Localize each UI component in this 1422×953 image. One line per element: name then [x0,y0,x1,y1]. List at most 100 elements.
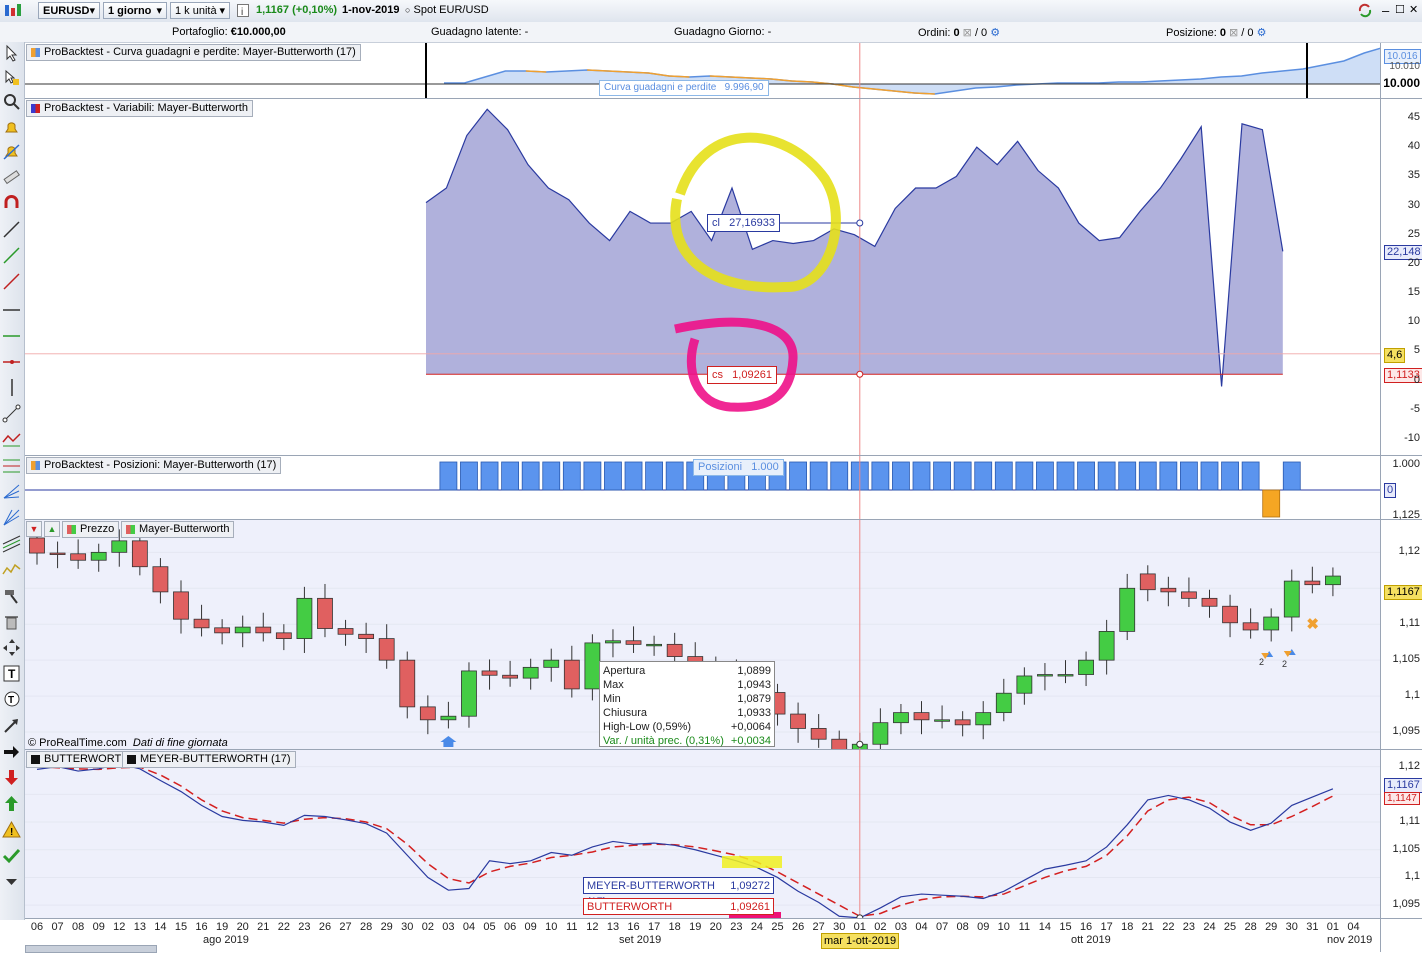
hammer-icon[interactable] [2,586,21,605]
date-tick-label: 23 [730,921,743,933]
trash-icon[interactable] [2,612,21,631]
channel-icon[interactable] [2,430,21,449]
horizontal-scrollbar[interactable] [25,945,157,953]
orders-info: Ordini: 0 ⊠ / 0 ⚙ [918,27,1001,39]
checkmark-icon[interactable] [2,846,21,865]
arrow-diagonal-icon[interactable] [2,716,21,735]
candle-body [1263,616,1280,631]
variables-panel-title[interactable]: ProBacktest - Variabili: Mayer-Butterwor… [26,100,253,117]
position-bar [501,461,520,491]
move-icon[interactable] [2,638,21,657]
signal-count: 2 [1282,659,1288,669]
position-bar [521,461,540,491]
fan-icon[interactable] [2,508,21,527]
equity-loss-segment [628,71,649,74]
equity-panel-title[interactable]: ProBacktest - Curva guadagni e perdite: … [26,44,361,61]
candle-body [337,628,354,635]
horizontal-line-icon[interactable] [2,300,21,319]
orders-clear-icon[interactable]: ⊠ [963,27,972,39]
info-icon[interactable]: i [237,2,251,19]
drawing-toolbar: T T ! [0,42,25,920]
equity-loss-segment [607,70,629,73]
date-tick-label: 12 [113,921,126,933]
trendline-green-icon[interactable] [2,246,21,265]
axis-tick-label: 1,1 [1404,870,1420,883]
cursor-point [856,219,864,227]
alarm-bell-icon[interactable] [2,118,21,137]
positions-panel-title[interactable]: ProBacktest - Posizioni: Mayer-Butterwor… [26,457,282,474]
position-bar [645,461,663,491]
candle-body [214,627,231,634]
date-axis: mar 1-ott-2019 06 07 08 09 12 13 14 15 16 19 20 21 2… [25,918,1380,952]
scroll-down-icon[interactable] [2,872,21,891]
regression-icon[interactable] [2,534,21,553]
fibonacci-icon[interactable] [2,456,21,475]
zoom-cursor-icon[interactable] [2,68,21,87]
expand-icon[interactable]: ▲ [44,521,60,537]
axis-corner [1380,918,1422,952]
month-label: ago 2019 [203,934,249,946]
meyer-flag: 1,1167 [1384,778,1422,793]
position-bar [912,461,931,491]
tab-mayer-butterworth[interactable]: Mayer-Butterworth [121,521,235,538]
axis-tick-label: 5 [1413,344,1420,357]
gear-icon[interactable]: ⚙ [990,27,1000,39]
equity-loss-segment [587,69,608,72]
price-flag: 1,1167 [1384,585,1422,600]
arrow-up-icon[interactable] [2,794,21,813]
axis-tick-label: 1,105 [1392,842,1420,855]
date-tick-label: 09 [977,921,990,933]
candle-body [173,591,189,620]
symbol-selector[interactable]: EURUSD ▾ [38,2,100,19]
position-bar [1077,461,1095,491]
maximize-icon[interactable]: ☐ [1395,2,1405,19]
arrow-down-icon[interactable] [2,768,21,787]
wave-icon[interactable] [2,560,21,579]
position-bar [933,461,951,491]
text-bubble-icon[interactable]: T [2,690,21,709]
tab-meyer-butterworth[interactable]: MEYER-BUTTERWORTH (17) [122,751,296,768]
collapse-icon[interactable]: ▼ [26,521,42,537]
positions-zero-flag: 0 [1384,483,1397,498]
axis-tick-label: 35 [1407,169,1420,182]
alert-bell-icon[interactable] [2,142,21,161]
pitchfork-icon[interactable] [2,482,21,501]
svg-text:i: i [241,7,243,18]
price-panel: ✖ ▼ ▲ Prezzo Mayer-Butterworth © ProReal… [25,519,1380,750]
segment-icon[interactable] [2,404,21,423]
date-tick-label: 06 [30,921,44,933]
arrow-right-icon[interactable] [2,742,21,761]
unit-selector[interactable]: 1 k unità ▾ [170,2,230,19]
minimize-icon[interactable]: – [1382,2,1389,19]
indicator-swatch-icon [126,525,135,534]
cursor-icon[interactable] [2,44,21,63]
trendline-red-icon[interactable] [2,272,21,291]
text-tool-icon[interactable]: T [2,664,21,683]
tab-butterworth[interactable]: BUTTERWORTH [26,751,135,768]
horizontal-line-red-icon[interactable] [2,352,21,371]
refresh-icon[interactable] [1356,2,1374,19]
position-clear-icon[interactable]: ⊠ [1229,27,1238,39]
magnet-icon[interactable] [2,194,21,213]
app-logo-icon[interactable] [2,2,34,19]
position-bar [665,461,684,491]
candle-body [954,719,971,726]
position-bar [1221,461,1239,491]
gear-icon[interactable]: ⚙ [1257,27,1267,39]
ruler-icon[interactable] [2,168,21,187]
vertical-line-icon[interactable] [2,378,21,397]
position-bar [624,461,643,491]
timeframe-selector[interactable]: 1 giorno ▾ [103,2,167,19]
magnifier-icon[interactable] [2,92,21,111]
date-tick-label: 26 [791,921,805,933]
symbol-label: EURUSD [43,5,90,17]
variables-chart [25,99,1380,456]
candle-body [1242,622,1259,631]
line-tool-icon[interactable] [2,220,21,239]
horizontal-line-green-icon[interactable] [2,326,21,345]
tab-price[interactable]: Prezzo [62,521,120,538]
warning-icon[interactable]: ! [2,820,21,839]
position-bar [460,461,478,491]
close-icon[interactable]: ✕ [1409,2,1418,19]
svg-text:T: T [8,667,16,681]
